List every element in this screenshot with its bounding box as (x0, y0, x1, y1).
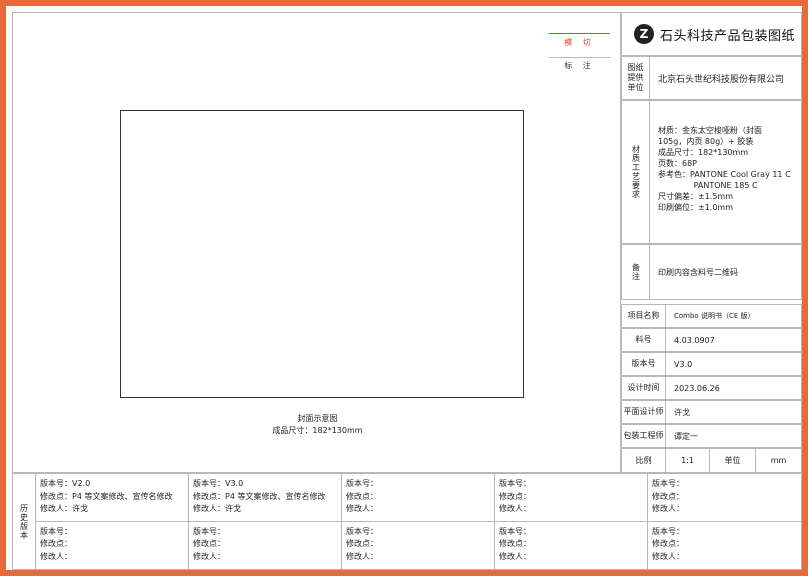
history-cell: 版本号： 修改点： 修改人： (36, 521, 189, 569)
project-name-value: Combo 说明书（CE 版） (674, 312, 755, 320)
designer-label: 平面设计师 (622, 401, 666, 423)
design-time-label: 设计时间 (622, 377, 666, 399)
document-title: 石头科技产品包装图纸 (660, 28, 796, 44)
version-label: 版本号 (622, 353, 666, 375)
scale-unit-row: 比例 1:1 单位 mm (621, 448, 802, 473)
version-history-label: 历史版本 (13, 474, 36, 569)
remark-label: 备注 (622, 245, 650, 299)
history-cell: 版本号：V2.0 修改点：P4 等文案修改、宣传名修改 修改人：许戈 (36, 474, 189, 522)
engineer-label: 包装工程师 (622, 425, 666, 447)
remark-value: 印刷内容含料号二维码 (658, 267, 738, 277)
history-cell: 版本号： 修改点： 修改人： (342, 521, 495, 569)
die-cut-legend-line (549, 33, 610, 34)
part-number-label: 料号 (622, 329, 666, 351)
part-number-value: 4.03.0907 (674, 335, 715, 345)
engineer-value: 谭定一 (674, 431, 698, 441)
annotation-legend-line (549, 57, 610, 58)
drawing-sheet: 模 切 标 注 封面示意图 成品尺寸：182*130mm Z 石头科技产品包装图… (6, 6, 802, 570)
cover-caption: 封面示意图 成品尺寸：182*130mm (13, 413, 622, 437)
supplier-row: 图纸提供单位 北京石头世纪科技股份有限公司 (621, 56, 802, 100)
design-time-value: 2023.06.26 (674, 383, 720, 393)
unit-value: mm (770, 456, 787, 465)
engineer-row: 包装工程师 谭定一 (621, 424, 802, 448)
history-cell: 版本号： 修改点： 修改人： (495, 521, 648, 569)
scale-value: 1:1 (666, 449, 710, 472)
scale-label: 比例 (622, 449, 666, 472)
history-cell: 版本号：V3.0 修改点：P4 等文案修改、宣传名修改 修改人：许戈 (189, 474, 342, 522)
material-spec-label: 材质工艺要求 (622, 101, 650, 243)
supplier-value: 北京石头世纪科技股份有限公司 (658, 74, 785, 85)
die-cut-legend-label: 模 切 (564, 38, 595, 47)
designer-row: 平面设计师 许戈 (621, 400, 802, 424)
remark-row: 备注 印刷内容含料号二维码 (621, 244, 802, 300)
history-cell: 版本号： 修改点： 修改人： (652, 526, 684, 561)
unit-label: 单位 (710, 449, 756, 472)
material-spec-body: 材质：金东太空梭哑粉（封面 105g，内页 80g）+ 胶装 成品尺寸：182*… (658, 126, 791, 212)
brand-logo-icon: Z (634, 24, 654, 44)
version-value: V3.0 (674, 359, 693, 369)
title-block-header: Z 石头科技产品包装图纸 (621, 12, 802, 56)
cover-outline (120, 110, 524, 398)
designer-value: 许戈 (674, 407, 690, 417)
version-history-grid: 版本号：V2.0 修改点：P4 等文案修改、宣传名修改 修改人：许戈 版本号：V… (36, 474, 801, 569)
history-cell: 版本号： 修改点： 修改人： (189, 521, 342, 569)
annotation-legend-label: 标 注 (564, 61, 595, 70)
project-name-row: 项目名称 Combo 说明书（CE 版） (621, 304, 802, 328)
design-time-row: 设计时间 2023.06.26 (621, 376, 802, 400)
history-cell: 版本号： 修改点： 修改人： (495, 474, 648, 522)
part-number-row: 料号 4.03.0907 (621, 328, 802, 352)
project-name-label: 项目名称 (622, 305, 666, 327)
version-history: 历史版本 版本号：V2.0 修改点：P4 等文案修改、宣传名修改 修改人：许戈 … (12, 473, 802, 570)
drawing-area: 模 切 标 注 封面示意图 成品尺寸：182*130mm (12, 12, 621, 473)
cover-caption-title: 封面示意图 (297, 414, 338, 423)
history-cell: 版本号： 修改点： 修改人： (342, 474, 495, 522)
history-cell: 版本号： 修改点： 修改人： (648, 474, 801, 522)
material-spec-row: 材质工艺要求 材质：金东太空梭哑粉（封面 105g，内页 80g）+ 胶装 成品… (621, 100, 802, 244)
version-row: 版本号 V3.0 (621, 352, 802, 376)
cover-caption-size: 成品尺寸：182*130mm (272, 426, 363, 435)
supplier-label: 图纸提供单位 (622, 57, 650, 99)
